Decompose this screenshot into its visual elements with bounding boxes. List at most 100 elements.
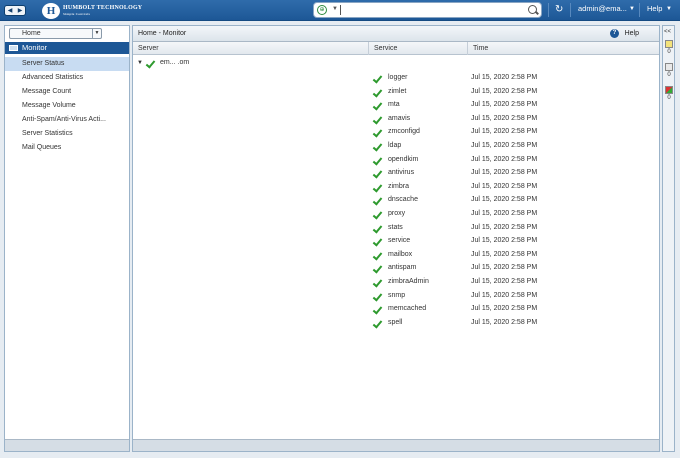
service-name: ldap (388, 141, 402, 149)
service-name: spell (388, 318, 403, 326)
table-row[interactable]: dnscache Jul 15, 2020 2:58 PM (373, 193, 653, 207)
table-row[interactable]: logger Jul 15, 2020 2:58 PM (373, 71, 653, 85)
table-row[interactable]: mailbox Jul 15, 2020 2:58 PM (373, 248, 653, 262)
service-time: Jul 15, 2020 2:58 PM (471, 87, 538, 95)
table-row[interactable]: amavis Jul 15, 2020 2:58 PM (373, 112, 653, 126)
table-row[interactable]: spell Jul 15, 2020 2:58 PM (373, 316, 653, 330)
table-row[interactable]: ldap Jul 15, 2020 2:58 PM (373, 139, 653, 153)
left-nav-item[interactable]: Message Volume (5, 99, 129, 113)
service-time: Jul 15, 2020 2:58 PM (471, 155, 538, 163)
back-arrow-icon[interactable]: ◀ (8, 7, 13, 14)
service-time: Jul 15, 2020 2:58 PM (471, 237, 538, 245)
chevron-down-icon[interactable]: ▼ (92, 29, 101, 38)
table-row[interactable]: memcached Jul 15, 2020 2:58 PM (373, 302, 653, 316)
check-icon (374, 142, 383, 150)
service-time: Jul 15, 2020 2:58 PM (471, 223, 538, 231)
forward-arrow-icon[interactable]: ▶ (18, 7, 23, 14)
check-icon (374, 319, 383, 327)
service-name: zimbra (388, 182, 410, 190)
left-nav-item[interactable]: Server Status (5, 57, 129, 71)
table-row[interactable]: opendkim Jul 15, 2020 2:58 PM (373, 153, 653, 167)
left-nav: Server Status Advanced Statistics Message … (5, 57, 129, 155)
service-time: Jul 15, 2020 2:58 PM (471, 264, 538, 272)
table-row[interactable]: zmconfigd Jul 15, 2020 2:58 PM (373, 125, 653, 139)
main-panel: Home - Monitor ? Help Server Service Tim… (132, 25, 660, 452)
service-name: service (388, 237, 411, 245)
chevron-down-icon[interactable]: ▼ (332, 6, 338, 12)
table-row[interactable]: service Jul 15, 2020 2:58 PM (373, 234, 653, 248)
table-row[interactable]: stats Jul 15, 2020 2:58 PM (373, 221, 653, 235)
server-name: em... .om (160, 59, 190, 66)
check-icon (374, 210, 383, 218)
table-row[interactable]: mta Jul 15, 2020 2:58 PM (373, 98, 653, 112)
left-nav-item[interactable]: Advanced Statistics (5, 71, 129, 85)
service-name: proxy (388, 209, 406, 217)
check-icon (374, 196, 383, 204)
column-header-service[interactable]: Service (369, 42, 468, 55)
service-name: dnscache (388, 196, 418, 204)
service-time: Jul 15, 2020 2:58 PM (471, 250, 538, 258)
logo-text: HUMBOLT TECHNOLOGY Simple Controls (63, 5, 143, 16)
check-icon (374, 128, 383, 136)
collapse-icon[interactable]: << (664, 29, 671, 35)
check-icon (374, 251, 383, 259)
service-time: Jul 15, 2020 2:58 PM (471, 128, 538, 136)
help-icon[interactable]: ? (610, 29, 619, 38)
left-nav-item[interactable]: Mail Queues (5, 141, 129, 155)
home-select[interactable]: Home ▼ (9, 28, 102, 39)
check-icon (374, 156, 383, 164)
service-time: Jul 15, 2020 2:58 PM (471, 141, 538, 149)
status-count[interactable]: 0 (664, 86, 674, 101)
chevron-down-icon[interactable]: ▼ (666, 6, 672, 12)
left-footer (5, 439, 129, 451)
back-forward-icon[interactable]: ◀ ▶ (4, 5, 26, 16)
right-strip: << 0 0 0 (662, 25, 675, 452)
left-panel: Home ▼ Monitor Server Status Advanced Sta… (4, 25, 130, 452)
service-name: mailbox (388, 250, 413, 258)
column-header-time[interactable]: Time (468, 42, 659, 55)
table-row[interactable]: zimbraAdmin Jul 15, 2020 2:58 PM (373, 275, 653, 289)
service-name: opendkim (388, 155, 419, 163)
left-nav-item[interactable]: Server Statistics (5, 127, 129, 141)
service-time: Jul 15, 2020 2:58 PM (471, 74, 538, 81)
left-nav-item[interactable]: Message Count (5, 85, 129, 99)
check-icon (374, 88, 383, 96)
table-row[interactable]: antivirus Jul 15, 2020 2:58 PM (373, 166, 653, 180)
service-name: snmp (388, 291, 406, 299)
table-row[interactable]: antispam Jul 15, 2020 2:58 PM (373, 261, 653, 275)
check-icon (374, 264, 383, 272)
user-menu[interactable]: admin@ema... (578, 4, 627, 13)
table-row[interactable]: proxy Jul 15, 2020 2:58 PM (373, 207, 653, 221)
top-header: ◀ ▶ H HUMBOLT TECHNOLOGY Simple Controls… (0, 0, 680, 21)
check-icon (374, 101, 383, 109)
service-time: Jul 15, 2020 2:58 PM (471, 182, 538, 190)
search-icon[interactable] (528, 5, 537, 14)
critical-count[interactable]: 0 (664, 40, 674, 55)
table-row[interactable]: zimbra Jul 15, 2020 2:58 PM (373, 180, 653, 194)
left-nav-item[interactable]: Anti-Spam/Anti-Virus Acti... (5, 113, 129, 127)
section-header-monitor[interactable]: Monitor (5, 42, 129, 54)
expand-triangle-icon[interactable]: ▼ (137, 60, 143, 66)
help-link[interactable]: Help (625, 30, 639, 37)
table-row[interactable]: zimlet Jul 15, 2020 2:58 PM (373, 85, 653, 99)
search-input[interactable]: ⊕ ▼ (313, 2, 542, 18)
check-icon (374, 278, 383, 286)
notice-count[interactable]: 0 (664, 63, 674, 78)
check-icon (374, 237, 383, 245)
document-icon (665, 63, 673, 71)
divider (639, 3, 640, 17)
service-name: antivirus (388, 169, 415, 177)
chevron-down-icon[interactable]: ▼ (629, 6, 635, 12)
table-row[interactable]: snmp Jul 15, 2020 2:58 PM (373, 289, 653, 303)
main-footer (133, 439, 659, 451)
service-time: Jul 15, 2020 2:58 PM (471, 169, 538, 177)
divider (570, 3, 571, 17)
service-time: Jul 15, 2020 2:58 PM (471, 305, 538, 313)
service-time: Jul 15, 2020 2:58 PM (471, 318, 538, 326)
check-icon (374, 74, 383, 82)
help-menu[interactable]: Help (647, 4, 662, 13)
refresh-icon[interactable]: ↻ (555, 4, 563, 15)
status-icon (665, 86, 673, 94)
search-scope-icon[interactable]: ⊕ (317, 5, 327, 15)
column-header-server[interactable]: Server (133, 42, 369, 55)
